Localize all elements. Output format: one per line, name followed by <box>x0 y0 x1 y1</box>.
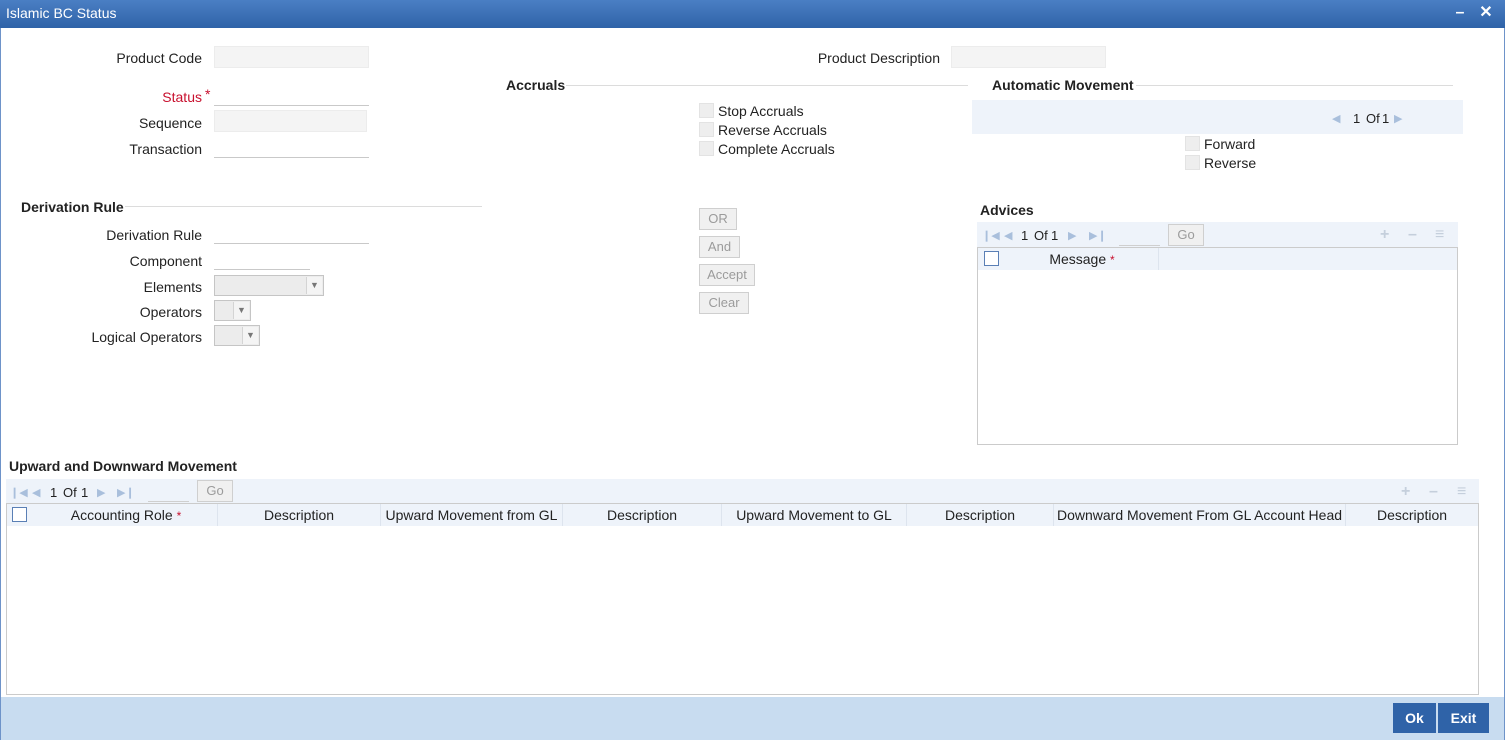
clear-button[interactable]: Clear <box>699 292 749 314</box>
product-description-field <box>951 46 1106 68</box>
previous-page-icon[interactable]: ◀ <box>32 486 40 499</box>
footer-bar: Ok Exit <box>1 697 1504 740</box>
movement-grid-header: Accounting Role * Description Upward Mov… <box>7 504 1478 526</box>
next-record-icon[interactable]: ▶ <box>1394 112 1402 125</box>
status-label: Status <box>162 89 202 105</box>
stop-accruals-label: Stop Accruals <box>718 103 804 119</box>
derivation-rule-field[interactable] <box>214 222 369 244</box>
movement-go-button[interactable]: Go <box>197 480 233 502</box>
previous-page-icon[interactable]: ◀ <box>1004 229 1012 242</box>
operators-select[interactable]: ▼ <box>214 300 251 321</box>
upward-movement-to-gl-column-header[interactable]: Upward Movement to GL <box>722 504 907 526</box>
description-column-header[interactable]: Description <box>907 504 1054 526</box>
first-page-icon[interactable]: ❙◀ <box>982 229 1000 242</box>
movement-page-input[interactable] <box>148 482 189 502</box>
reverse-label: Reverse <box>1204 155 1257 171</box>
advices-grid-header: Message * <box>978 248 1457 270</box>
delete-row-icon[interactable]: – <box>1408 226 1417 244</box>
reverse-accruals-label: Reverse Accruals <box>718 122 827 138</box>
complete-accruals-label: Complete Accruals <box>718 141 835 157</box>
reverse-accruals-checkbox[interactable] <box>699 122 714 137</box>
downward-movement-from-gl-account-head-column-header[interactable]: Downward Movement From GL Account Head <box>1054 504 1346 526</box>
window-titlebar: Islamic BC Status – ✕ <box>0 0 1505 28</box>
derivation-rule-divider <box>125 206 482 207</box>
accept-button[interactable]: Accept <box>699 264 755 286</box>
automatic-movement-page-total: 1 <box>1382 111 1390 126</box>
transaction-field[interactable] <box>214 136 369 158</box>
exit-button[interactable]: Exit <box>1438 703 1489 733</box>
add-row-icon[interactable]: + <box>1380 226 1389 244</box>
delete-row-icon[interactable]: – <box>1429 483 1438 501</box>
ok-button[interactable]: Ok <box>1393 703 1436 733</box>
logical-operators-select[interactable]: ▼ <box>214 325 260 346</box>
elements-select[interactable]: ▼ <box>214 275 324 296</box>
advices-page-input[interactable] <box>1119 226 1160 246</box>
movement-section-title: Upward and Downward Movement <box>9 458 237 474</box>
movement-page-total: 1 <box>81 485 89 500</box>
transaction-label: Transaction <box>129 141 202 157</box>
description-column-header[interactable]: Description <box>218 504 381 526</box>
automatic-movement-divider <box>1136 85 1453 86</box>
description-column-header[interactable]: Description <box>1346 504 1478 526</box>
close-icon[interactable]: ✕ <box>1477 3 1495 23</box>
chevron-down-icon: ▼ <box>306 277 322 294</box>
movement-page-of: Of <box>63 485 77 500</box>
window-title: Islamic BC Status <box>6 5 117 21</box>
derivation-rule-section-title: Derivation Rule <box>21 199 124 215</box>
complete-accruals-checkbox[interactable] <box>699 141 714 156</box>
previous-record-icon[interactable]: ◀ <box>1332 112 1340 125</box>
upward-movement-from-gl-column-header[interactable]: Upward Movement from GL <box>381 504 563 526</box>
forward-checkbox[interactable] <box>1185 136 1200 151</box>
sequence-field <box>214 110 367 132</box>
forward-label: Forward <box>1204 136 1256 152</box>
movement-grid <box>6 503 1479 695</box>
product-code-field <box>214 46 369 68</box>
chevron-down-icon: ▼ <box>242 327 258 344</box>
elements-label: Elements <box>143 279 202 295</box>
and-button[interactable]: And <box>699 236 740 258</box>
message-column-header[interactable]: Message * <box>1006 248 1159 270</box>
accounting-role-column-header[interactable]: Accounting Role * <box>35 504 218 526</box>
list-view-icon[interactable]: ≡ <box>1435 226 1444 244</box>
status-required-mark: * <box>205 86 211 102</box>
advices-page-of: Of <box>1034 228 1048 243</box>
product-description-label: Product Description <box>817 50 940 66</box>
automatic-movement-section-title: Automatic Movement <box>992 77 1134 93</box>
next-page-icon[interactable]: ▶ <box>1068 229 1076 242</box>
automatic-movement-page-current: 1 <box>1353 111 1361 126</box>
advices-go-button[interactable]: Go <box>1168 224 1204 246</box>
chevron-down-icon: ▼ <box>233 302 249 319</box>
description-column-header[interactable]: Description <box>563 504 722 526</box>
movement-select-all-checkbox[interactable] <box>12 507 27 522</box>
add-row-icon[interactable]: + <box>1401 483 1410 501</box>
list-view-icon[interactable]: ≡ <box>1457 483 1466 501</box>
advices-page-current: 1 <box>1021 228 1029 243</box>
reverse-checkbox[interactable] <box>1185 155 1200 170</box>
accruals-section-title: Accruals <box>506 77 566 93</box>
advices-grid <box>977 247 1458 445</box>
logical-operators-label: Logical Operators <box>91 329 202 345</box>
derivation-rule-label: Derivation Rule <box>106 227 202 243</box>
advices-section-title: Advices <box>980 202 1034 218</box>
movement-page-current: 1 <box>50 485 58 500</box>
last-page-icon[interactable]: ▶❙ <box>117 486 135 499</box>
advices-select-all-checkbox[interactable] <box>984 251 999 266</box>
operators-label: Operators <box>139 304 202 320</box>
minimize-icon[interactable]: – <box>1451 3 1469 23</box>
product-code-label: Product Code <box>116 50 202 66</box>
component-label: Component <box>129 253 202 269</box>
advices-page-total: 1 <box>1051 228 1059 243</box>
or-button[interactable]: OR <box>699 208 737 230</box>
automatic-movement-page-of: Of <box>1366 111 1380 126</box>
component-field[interactable] <box>214 248 310 270</box>
last-page-icon[interactable]: ▶❙ <box>1089 229 1107 242</box>
first-page-icon[interactable]: ❙◀ <box>10 486 28 499</box>
stop-accruals-checkbox[interactable] <box>699 103 714 118</box>
status-field[interactable] <box>214 84 369 106</box>
accruals-divider <box>566 85 968 86</box>
automatic-movement-pager-bar <box>972 100 1463 134</box>
sequence-label: Sequence <box>138 115 202 131</box>
next-page-icon[interactable]: ▶ <box>97 486 105 499</box>
